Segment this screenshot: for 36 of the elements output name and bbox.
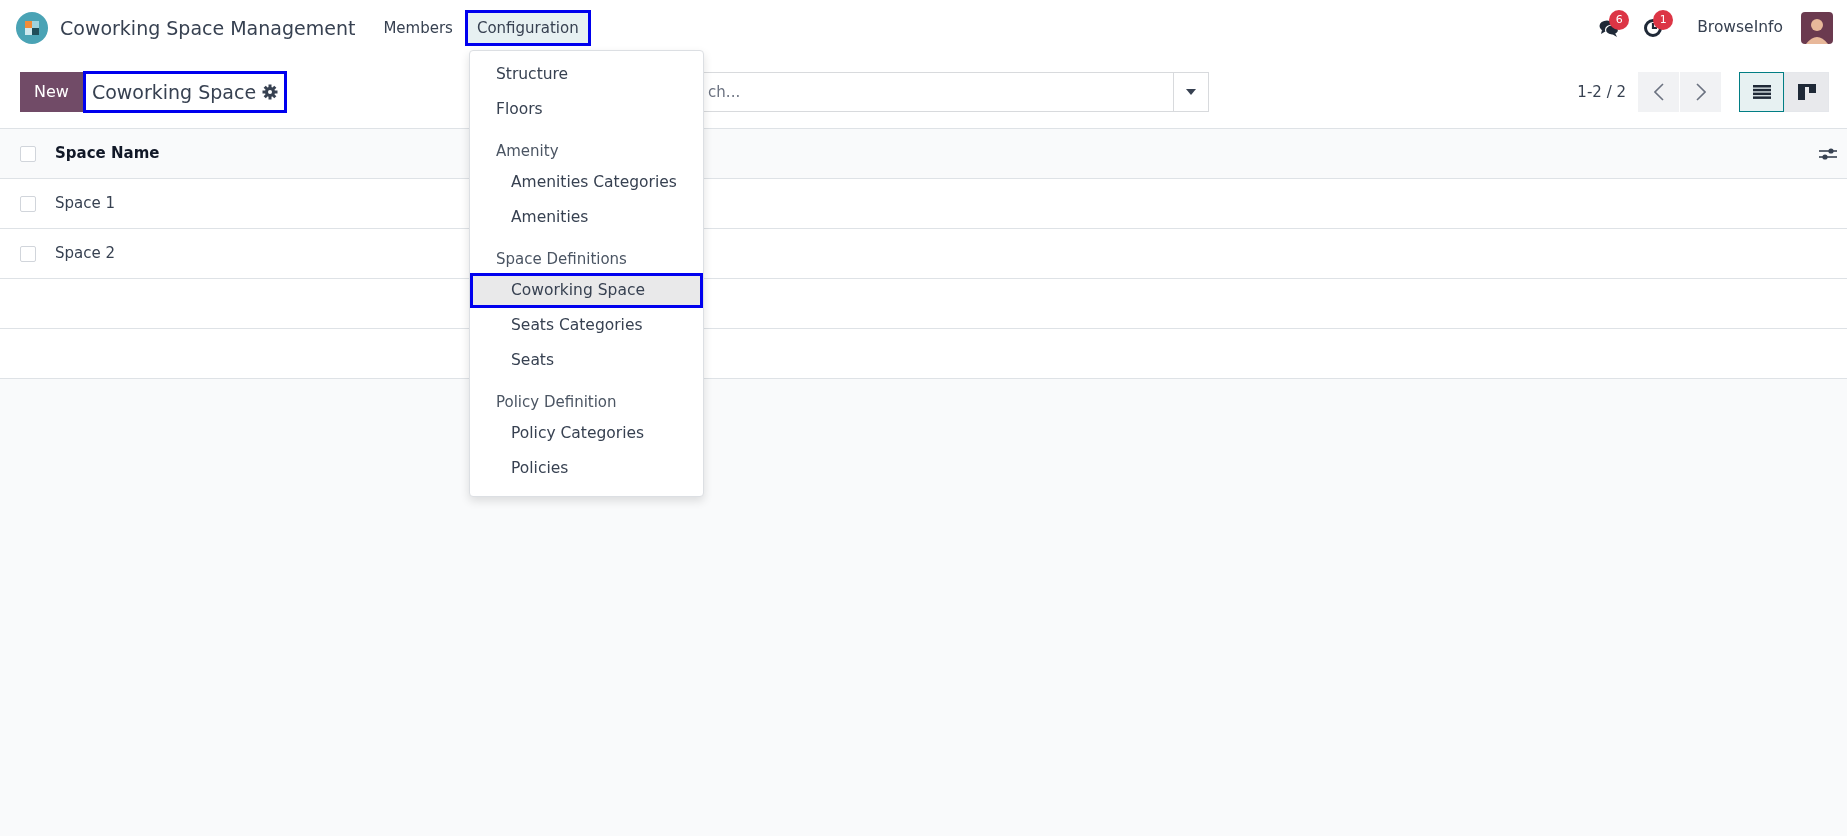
- caret-icon: [1186, 89, 1197, 95]
- table-cell-text: Space 2: [55, 243, 116, 265]
- chevron-left-icon: [1653, 83, 1664, 101]
- select-all-checkbox[interactable]: [20, 145, 36, 162]
- view-switch-button[interactable]: [1739, 72, 1784, 112]
- column-header[interactable]: Space Name: [55, 142, 160, 165]
- menu-item[interactable]: Seats Categories: [470, 308, 703, 343]
- column-settings-icon[interactable]: [1819, 146, 1837, 161]
- menu-item[interactable]: Policy Categories: [470, 416, 703, 451]
- gear-icon[interactable]: [262, 84, 279, 100]
- row-checkbox[interactable]: [20, 195, 36, 212]
- app-logo-icon: [16, 12, 48, 44]
- dropdown-toggle-button[interactable]: [1173, 72, 1210, 112]
- breadcrumb-title: Coworking Space: [91, 79, 257, 105]
- row-checkbox[interactable]: [20, 245, 36, 262]
- table-cell-text: Space 1: [55, 193, 116, 215]
- menu-item[interactable]: Policies: [470, 451, 703, 486]
- menu-section-header: Amenity: [495, 141, 560, 162]
- menu-tab[interactable]: Configuration: [464, 9, 591, 47]
- app-title: Coworking Space Management: [60, 15, 356, 41]
- menu-section-header: Policy Definition: [495, 392, 618, 413]
- new-button[interactable]: New: [20, 72, 83, 112]
- kanban-view-icon: [1797, 84, 1816, 100]
- count-badge: 6: [1609, 9, 1630, 30]
- list-view-icon: [1752, 85, 1771, 99]
- menu-item[interactable]: Amenities Categories: [470, 165, 703, 200]
- menu-item[interactable]: Coworking Space: [470, 273, 703, 308]
- menu-tab[interactable]: Members: [371, 9, 465, 47]
- company-name[interactable]: BrowseInfo: [1697, 16, 1783, 40]
- menu-item[interactable]: Amenities: [470, 200, 703, 235]
- chevron-right-icon: [1695, 83, 1706, 101]
- avatar[interactable]: [1801, 12, 1833, 44]
- count-badge: 1: [1653, 9, 1674, 30]
- menu-item[interactable]: Seats: [470, 343, 703, 378]
- pager-value: 1-2 / 2: [1577, 81, 1626, 103]
- menu-section-header: Space Definitions: [495, 249, 628, 270]
